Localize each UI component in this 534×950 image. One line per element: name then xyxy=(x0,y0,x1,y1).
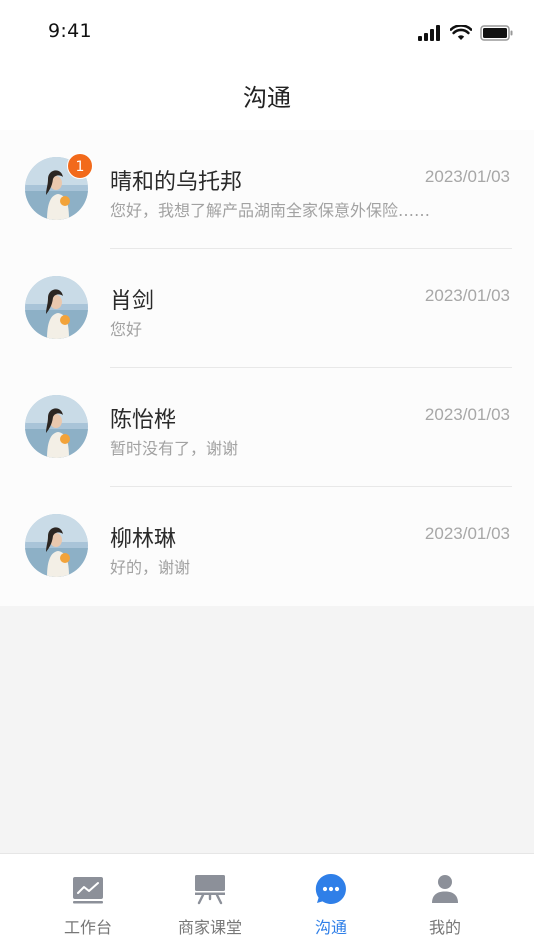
presentation-board-icon xyxy=(195,875,225,905)
avatar xyxy=(25,514,88,577)
conversation-list: 1 晴和的乌托邦 2023/01/03 您好，我想了解产品湖南全家保意外保险……… xyxy=(0,130,534,606)
tab-merchant-class[interactable]: 商家课堂 xyxy=(150,854,270,950)
page-header: 沟通 xyxy=(0,64,534,130)
conversation-item[interactable]: 肖剑 2023/01/03 您好 xyxy=(0,249,534,368)
message-date: 2023/01/03 xyxy=(424,524,510,543)
message-preview: 好的，谢谢 xyxy=(110,558,191,577)
page-title: 沟通 xyxy=(243,84,291,112)
status-bar: 9:41 xyxy=(0,0,534,64)
avatar xyxy=(25,276,88,339)
message-date: 2023/01/03 xyxy=(424,167,510,186)
contact-name: 柳林琳 xyxy=(110,527,177,552)
status-icons xyxy=(418,22,514,44)
conversation-item[interactable]: 1 晴和的乌托邦 2023/01/03 您好，我想了解产品湖南全家保意外保险…… xyxy=(0,130,534,249)
status-time: 9:41 xyxy=(48,20,92,42)
tab-label: 我的 xyxy=(428,918,461,937)
tab-communication[interactable]: 沟通 xyxy=(271,854,391,950)
wifi-icon xyxy=(450,25,472,40)
tab-mine[interactable]: 我的 xyxy=(385,854,505,950)
battery-icon xyxy=(480,25,513,41)
conversation-item[interactable]: 柳林琳 2023/01/03 好的，谢谢 xyxy=(0,487,534,606)
tab-label: 商家课堂 xyxy=(177,918,242,937)
message-date: 2023/01/03 xyxy=(424,405,510,424)
bottom-tab-bar: 工作台 商家课堂 沟通 我的 xyxy=(0,853,534,950)
conversation-item[interactable]: 陈怡桦 2023/01/03 暂时没有了，谢谢 xyxy=(0,368,534,487)
person-icon xyxy=(432,875,458,903)
message-preview: 暂时没有了，谢谢 xyxy=(110,439,239,458)
chart-icon xyxy=(73,877,103,904)
message-preview: 您好，我想了解产品湖南全家保意外保险…… xyxy=(110,201,431,220)
chat-bubble-icon xyxy=(315,873,346,904)
contact-name: 肖剑 xyxy=(110,289,155,314)
message-date: 2023/01/03 xyxy=(424,286,510,305)
contact-name: 陈怡桦 xyxy=(110,408,177,433)
unread-badge: 1 xyxy=(67,153,93,179)
tab-label: 沟通 xyxy=(314,918,347,937)
contact-name: 晴和的乌托邦 xyxy=(110,170,243,195)
tab-label: 工作台 xyxy=(63,918,112,937)
message-preview: 您好 xyxy=(110,320,143,339)
tab-workbench[interactable]: 工作台 xyxy=(28,854,148,950)
cellular-signal-icon xyxy=(418,25,440,41)
avatar xyxy=(25,395,88,458)
